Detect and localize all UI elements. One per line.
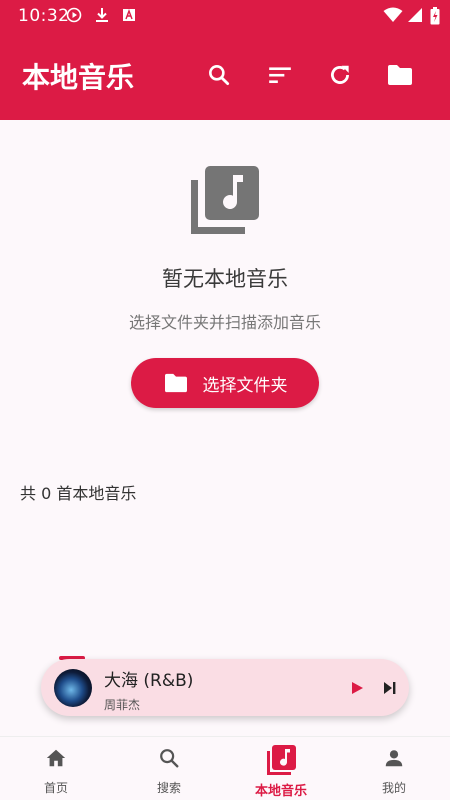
refresh-button[interactable] [323, 58, 357, 92]
app-bar: 本地音乐 [0, 30, 450, 120]
sort-button[interactable] [263, 58, 297, 92]
nav-item-home[interactable]: 首页 [0, 737, 112, 800]
nav-label-home: 首页 [43, 781, 68, 795]
library-music-icon [267, 745, 296, 775]
search-button[interactable] [202, 58, 236, 92]
album-art [54, 669, 92, 707]
signal-icon [408, 8, 422, 22]
sort-icon [269, 67, 291, 84]
status-bar: 10:32 [0, 0, 450, 30]
library-music-icon [191, 166, 259, 234]
home-icon [46, 749, 66, 767]
folder-button[interactable] [383, 58, 417, 92]
choose-folder-label: 选择文件夹 [202, 375, 288, 396]
nav-label-search: 搜索 [156, 781, 181, 795]
next-button[interactable] [379, 677, 401, 699]
person-icon [385, 750, 403, 767]
empty-state-title: 暂无本地音乐 [162, 267, 288, 291]
battery-icon [430, 7, 440, 25]
search-icon [160, 749, 179, 768]
play-circle-icon [66, 7, 82, 23]
empty-state-subtitle: 选择文件夹并扫描添加音乐 [128, 313, 321, 332]
skip-next-icon [384, 682, 396, 694]
wifi-icon [383, 7, 403, 22]
mini-player[interactable]: 大海 (R&B) 周菲杰 [41, 659, 409, 716]
folder-icon [164, 373, 187, 393]
song-count: 共 0 首本地音乐 [20, 484, 137, 503]
status-time: 10:32 [18, 6, 70, 26]
play-button[interactable] [346, 677, 368, 699]
choose-folder-button[interactable]: 选择文件夹 [131, 358, 319, 408]
page-title: 本地音乐 [22, 61, 135, 94]
app-notification-icon [123, 9, 135, 21]
track-artist: 周菲杰 [104, 698, 141, 712]
bottom-navigation: 首页 搜索 本地音乐 我的 [0, 736, 450, 800]
search-icon [209, 65, 230, 86]
download-icon [96, 8, 108, 22]
nav-label-local-music: 本地音乐 [254, 784, 307, 799]
nav-item-local-music[interactable]: 本地音乐 [225, 737, 337, 800]
nav-item-search[interactable]: 搜索 [113, 737, 225, 800]
nav-label-mine: 我的 [381, 781, 406, 795]
folder-icon [388, 65, 412, 85]
play-icon [352, 682, 363, 694]
nav-item-mine[interactable]: 我的 [338, 737, 450, 800]
refresh-icon [331, 65, 349, 84]
track-title: 大海 (R&B) [104, 671, 194, 691]
